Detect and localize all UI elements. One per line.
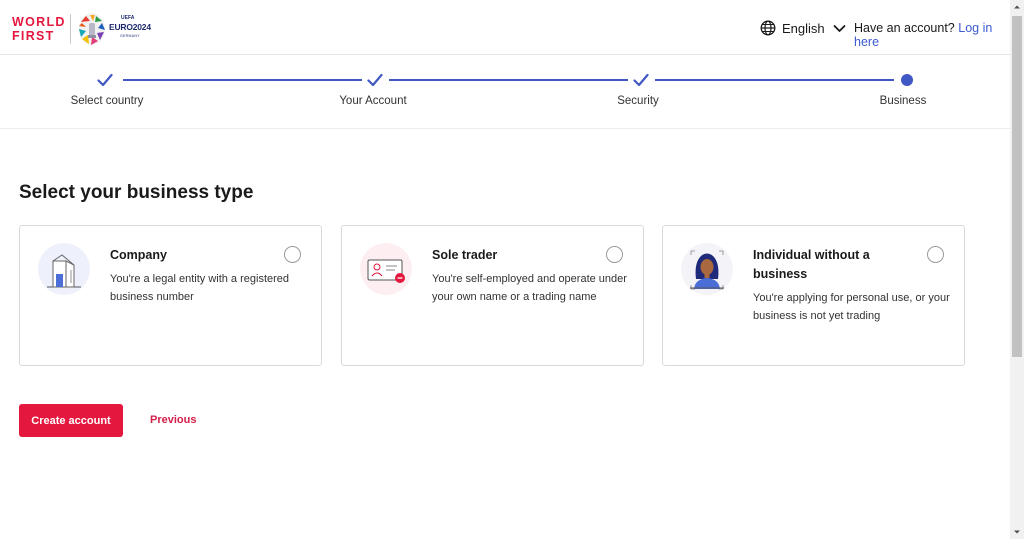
logo-line-2: FIRST [12,29,55,43]
step-label-your-account: Your Account [339,95,407,107]
scroll-down-arrow-icon[interactable] [1010,525,1024,539]
business-type-card-sole-trader[interactable]: Sole trader You're self-employed and ope… [341,225,644,366]
scrollbar-thumb[interactable] [1012,16,1022,357]
business-type-card-individual[interactable]: Individual without a business You're app… [662,225,965,366]
radio-button[interactable] [927,246,944,263]
card-description: You're applying for personal use, or you… [753,292,950,322]
scroll-up-arrow-icon[interactable] [1010,0,1024,14]
step-label-security: Security [617,95,659,107]
step-label-select-country: Select country [70,95,144,107]
partner-name: EURO2024 [109,22,151,32]
euro2024-trophy-icon [79,13,105,45]
business-type-card-company[interactable]: Company You're a legal entity with a reg… [19,225,322,366]
step-current-dot [901,74,913,86]
chevron-down-icon [833,24,846,32]
card-title: Individual without a business [753,248,870,281]
page-scrollbar[interactable] [1010,0,1024,539]
card-title: Company [110,248,167,262]
previous-button[interactable]: Previous [150,414,196,426]
radio-button[interactable] [284,246,301,263]
logo-divider [70,14,71,44]
radio-button[interactable] [606,246,623,263]
account-prompt-row: Have an account? Log in here [854,21,1010,49]
language-selector[interactable]: English [760,19,846,37]
person-icon [681,243,733,295]
step-check-icon [97,73,113,87]
card-description: You're self-employed and operate under y… [432,273,627,303]
partner-top: UEFA [121,15,135,21]
top-header: WORLD FIRST UEFA EURO2024 GERMANY Englis… [0,0,1010,55]
logo-line-1: WORLD [12,15,66,29]
progress-stepper: Select country Your Account Security Bus… [0,55,1010,129]
step-connector [389,79,628,81]
card-description: You're a legal entity with a registered … [110,273,290,303]
partner-sub: GERMANY [120,34,140,38]
page-title: Select your business type [19,182,254,203]
create-account-button[interactable]: Create account [19,404,123,437]
language-label: English [782,20,825,36]
step-label-business: Business [879,95,927,107]
building-icon [38,243,90,295]
step-connector [123,79,362,81]
step-connector [655,79,894,81]
step-check-icon [633,73,649,87]
worldfirst-logo[interactable]: WORLD FIRST [12,15,64,43]
step-check-icon [367,73,383,87]
id-card-icon [360,243,412,295]
card-title: Sole trader [432,248,498,262]
account-prompt: Have an account? [854,21,955,35]
globe-icon [760,20,776,36]
